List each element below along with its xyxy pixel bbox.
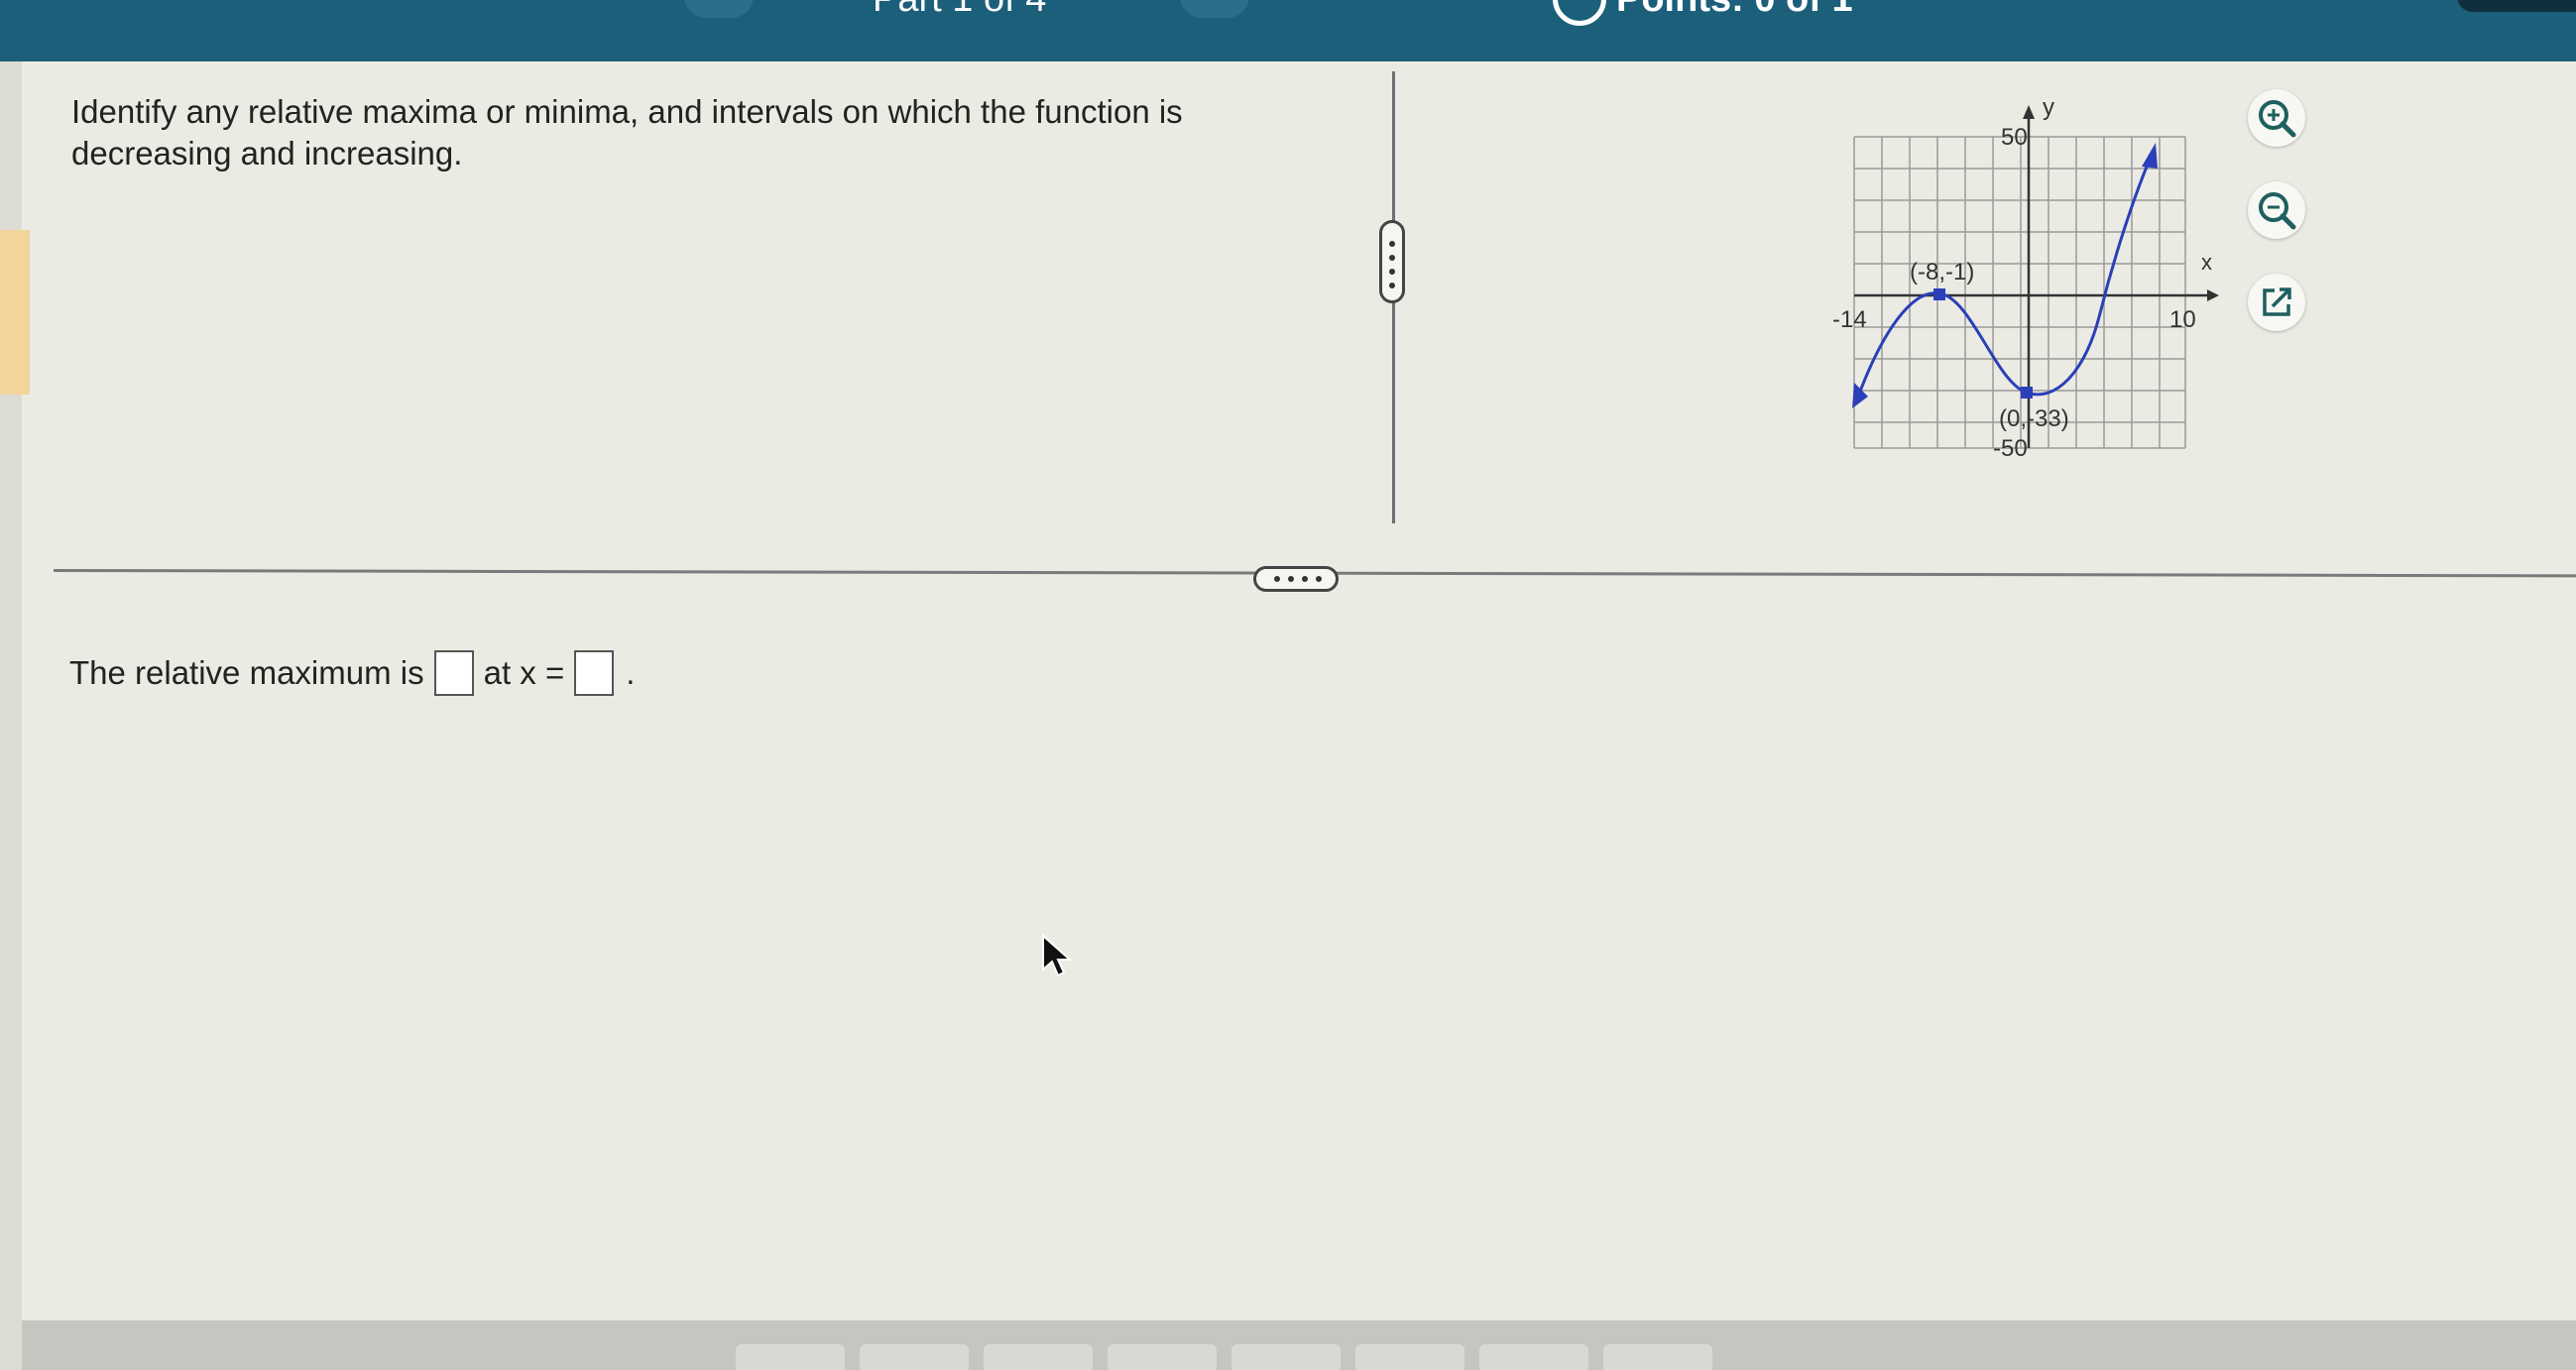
horizontal-resize-handle[interactable] — [1253, 566, 1339, 592]
mouse-cursor-icon — [1042, 934, 1073, 977]
toolbar-button-2[interactable] — [860, 1344, 969, 1370]
progress-ring-icon — [1553, 0, 1606, 26]
zoom-in-button[interactable] — [2248, 89, 2305, 147]
answer-middle: at x = — [483, 654, 565, 691]
vertical-resize-handle[interactable] — [1379, 220, 1405, 303]
header-control[interactable] — [2457, 0, 2576, 12]
min-point-marker — [2021, 387, 2033, 399]
nav-pill-right[interactable] — [1180, 0, 1249, 18]
x-axis-label: x — [2201, 250, 2212, 275]
toolbar-button-3[interactable] — [984, 1344, 1093, 1370]
pop-out-button[interactable] — [2248, 274, 2305, 331]
relative-maximum-input[interactable] — [433, 650, 474, 696]
toolbar-button-5[interactable] — [1231, 1344, 1341, 1370]
toolbar-button-6[interactable] — [1355, 1344, 1464, 1370]
toolbar-button-8[interactable] — [1603, 1344, 1712, 1370]
answer-row: The relative maximum is at x = . — [69, 650, 635, 696]
x-right-tick: 10 — [2169, 306, 2196, 333]
function-curve — [1856, 154, 2154, 398]
toolbar-button-7[interactable] — [1479, 1344, 1588, 1370]
answer-suffix: . — [626, 654, 636, 691]
left-accent-marker — [0, 230, 30, 395]
x-axis-arrow-icon — [2207, 289, 2219, 301]
answer-prefix: The relative maximum is — [69, 654, 424, 691]
points-label: Points: 0 of 1 — [1616, 0, 1853, 21]
x-left-tick: -14 — [1832, 306, 1867, 333]
question-text: Identify any relative maxima or minima, … — [71, 93, 1183, 171]
external-link-icon — [2263, 287, 2291, 316]
curve-arrow-right-icon — [2142, 143, 2158, 169]
max-point-marker — [1933, 288, 1945, 300]
y-axis-label: y — [2043, 94, 2054, 121]
bottom-toolbar — [22, 1320, 2576, 1370]
min-point-label: (0,-33) — [1999, 405, 2069, 432]
zoom-out-button[interactable] — [2248, 181, 2305, 239]
zoom-out-icon — [2259, 192, 2296, 230]
x-value-input[interactable] — [574, 650, 615, 696]
y-top-tick: 50 — [2001, 124, 2028, 151]
y-axis-arrow-icon — [2023, 105, 2035, 119]
nav-pill-left[interactable] — [684, 0, 754, 18]
top-bar: Part 1 of 4 Points: 0 of 1 — [0, 0, 2576, 61]
zoom-in-icon — [2259, 100, 2296, 138]
curve-arrow-left-icon — [1852, 383, 1868, 408]
function-graph: (-8,-1) (0,-33) 50 -50 -14 10 y x — [1832, 94, 2219, 462]
graph-grid — [1853, 136, 2186, 449]
y-bottom-tick: -50 — [1993, 435, 2028, 462]
toolbar-button-4[interactable] — [1108, 1344, 1217, 1370]
part-label: Part 1 of 4 — [873, 0, 1046, 21]
toolbar-button-1[interactable] — [736, 1344, 845, 1370]
max-point-label: (-8,-1) — [1910, 259, 1974, 285]
